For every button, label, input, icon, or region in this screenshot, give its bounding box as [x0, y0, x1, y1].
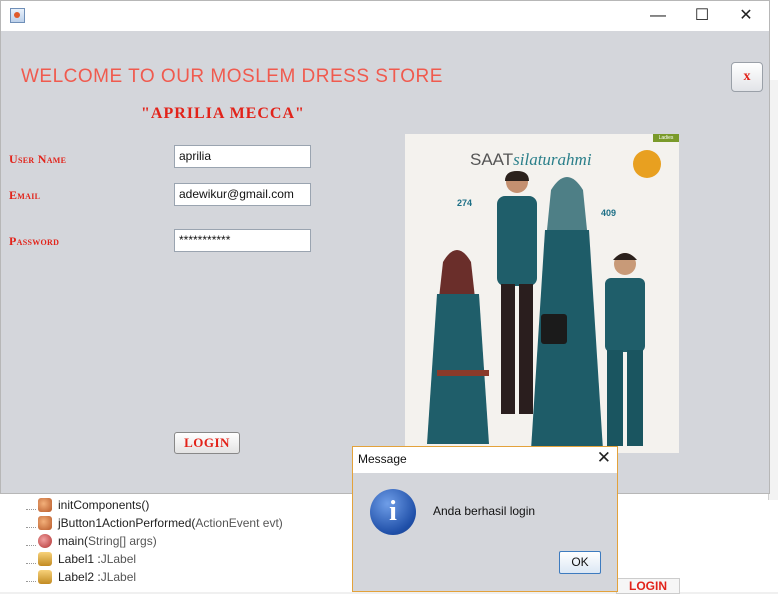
- field-icon: [38, 552, 52, 566]
- minimize-button[interactable]: —: [635, 1, 681, 31]
- dialog-message: Anda berhasil login: [433, 504, 536, 518]
- field-icon: [38, 570, 52, 584]
- email-field[interactable]: adewikur@gmail.com: [174, 183, 311, 206]
- method-icon: [38, 498, 52, 512]
- tree-item-button-action[interactable]: jButton1ActionPerformed(ActionEvent evt): [26, 514, 283, 532]
- login-panel: WELCOME TO OUR MOSLEM DRESS STORE "APRIL…: [1, 31, 769, 493]
- username-field[interactable]: aprilia: [174, 145, 311, 168]
- store-name: "APRILIA MECCA": [141, 105, 305, 122]
- password-label: Password: [9, 234, 60, 248]
- ok-button[interactable]: OK: [559, 551, 601, 574]
- dialog-body: i Anda berhasil login OK: [353, 473, 617, 591]
- title-bar: — ☐ ✕: [1, 1, 769, 31]
- email-label: Email: [9, 188, 41, 202]
- window-close-button[interactable]: ✕: [723, 1, 769, 31]
- dialog-title: Message: [358, 452, 407, 466]
- message-dialog: Message ✕ i Anda berhasil login OK: [352, 446, 618, 592]
- tree-item-main[interactable]: main(String[] args): [26, 532, 157, 550]
- welcome-heading: WELCOME TO OUR MOSLEM DRESS STORE: [21, 66, 443, 87]
- login-window: — ☐ ✕ WELCOME TO OUR MOSLEM DRESS STORE …: [0, 0, 770, 494]
- username-label: User Name: [9, 152, 67, 166]
- method-icon: [38, 516, 52, 530]
- main-method-icon: [38, 534, 52, 548]
- dialog-close-button[interactable]: ✕: [597, 448, 611, 468]
- login-button[interactable]: LOGIN: [174, 432, 240, 454]
- catalog-image: Ladies SAATsilaturahmi 274 409: [405, 134, 679, 453]
- java-icon: [10, 8, 25, 23]
- info-icon: i: [370, 489, 416, 535]
- family-illustration: [427, 171, 645, 450]
- tree-item-label2[interactable]: Label2 : JLabel: [26, 568, 136, 586]
- exit-button[interactable]: x: [731, 62, 763, 92]
- maximize-button[interactable]: ☐: [679, 1, 725, 31]
- tree-item-label1[interactable]: Label1 : JLabel: [26, 550, 136, 568]
- password-field[interactable]: ***********: [174, 229, 311, 252]
- tree-item-init-components[interactable]: initComponents(): [26, 496, 149, 514]
